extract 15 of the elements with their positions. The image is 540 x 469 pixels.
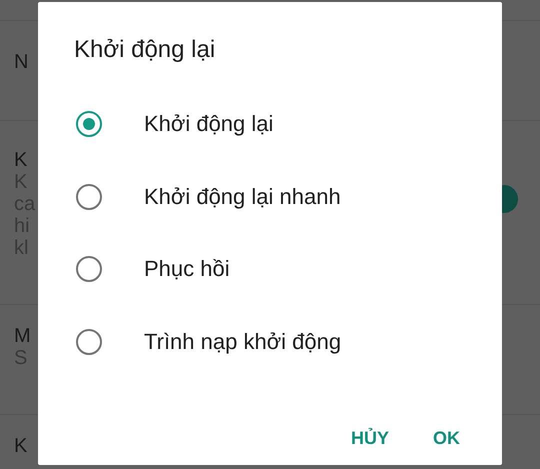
radio-button[interactable] <box>76 111 102 138</box>
dialog-title: Khởi động lại <box>74 36 216 65</box>
option-label[interactable]: Trình nạp khởi động <box>144 328 342 355</box>
radio-button[interactable] <box>76 328 102 355</box>
setting-text: M <box>14 325 32 347</box>
dialog-button[interactable]: HỦY <box>338 420 401 457</box>
setting-text: K <box>14 149 28 171</box>
option-label[interactable]: Phục hồi <box>144 256 230 282</box>
setting-text: K <box>14 435 28 457</box>
radio-button[interactable] <box>76 184 102 210</box>
option-label[interactable]: Khởi động lại <box>144 111 274 138</box>
dialog-button[interactable]: OK <box>421 420 472 457</box>
radio-button[interactable] <box>76 256 102 282</box>
setting-text: N <box>14 51 30 73</box>
option-label[interactable]: Khởi động lại nhanh <box>144 184 341 210</box>
